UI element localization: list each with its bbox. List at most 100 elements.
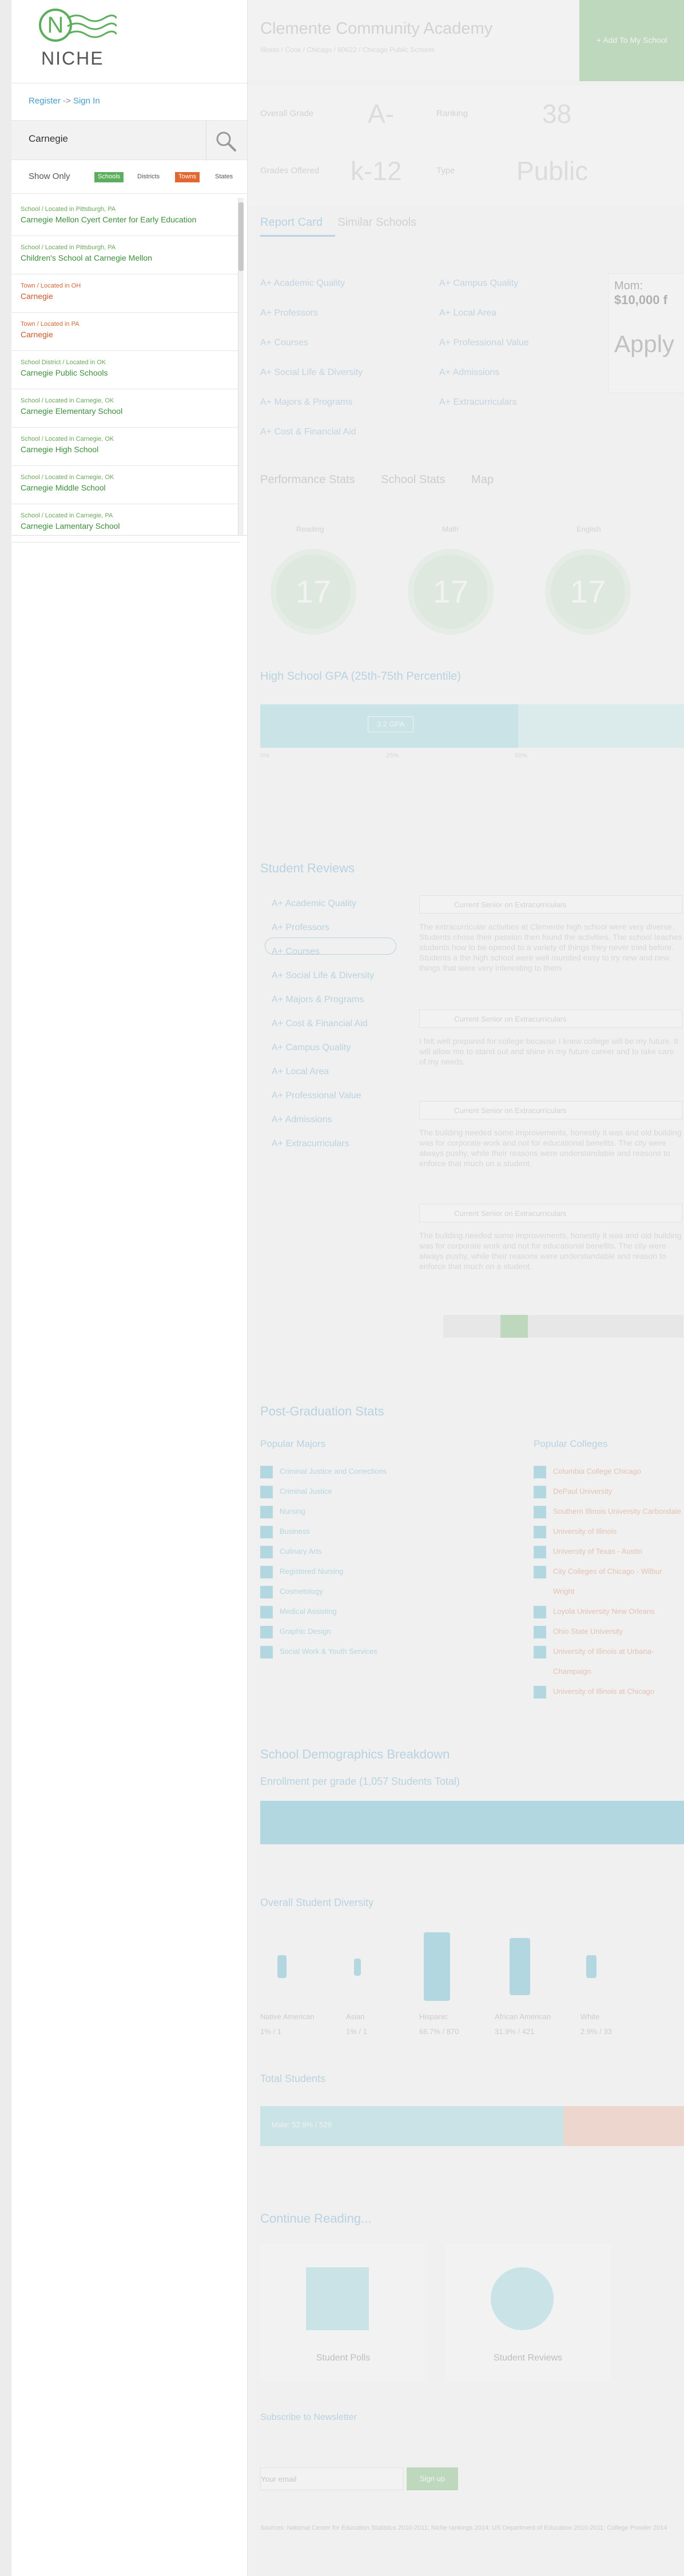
college-item[interactable]: University of Texas - Austin: [534, 1541, 684, 1561]
report-card-item[interactable]: A+ Professional Value: [439, 328, 529, 358]
school-name: Clemente Community Academy: [260, 19, 493, 38]
filter-districts[interactable]: Districts: [134, 172, 163, 182]
tab-school-stats[interactable]: School Stats: [381, 473, 445, 486]
gpa-tick: 50%: [515, 752, 528, 759]
report-card-item[interactable]: A+ Social Life & Diversity: [260, 358, 363, 388]
result-item[interactable]: School / Located in Carnegie, OK Carnegi…: [11, 428, 240, 466]
review-body: I felt well prepared for college because…: [419, 1036, 678, 1066]
report-card-item[interactable]: A+ Campus Quality: [439, 269, 529, 298]
review-question[interactable]: Current Senior on Extracurriculars: [419, 1101, 682, 1119]
report-card-item[interactable]: A+ Cost & Financial Aid: [260, 417, 363, 447]
continue-card[interactable]: Student Polls: [260, 2244, 426, 2382]
report-card-right: A+ Campus Quality A+ Local Area A+ Profe…: [439, 269, 529, 417]
promo-cta[interactable]: Apply: [614, 330, 684, 358]
college-item[interactable]: University of Illinois: [534, 1521, 684, 1541]
result-item[interactable]: Town / Located in PA Carnegie: [11, 313, 240, 351]
stat-value: 38: [542, 99, 572, 129]
result-item[interactable]: School / Located in Carnegie, OK Carnegi…: [11, 389, 240, 428]
filter-towns[interactable]: Towns: [175, 172, 200, 182]
major-item: Criminal Justice and Corrections: [260, 1461, 387, 1481]
review-category[interactable]: A+ Campus Quality: [272, 1036, 374, 1060]
arrow-separator: ->: [63, 96, 71, 106]
niche-logo[interactable]: N NICHE: [27, 6, 136, 69]
result-item[interactable]: School / Located in Pittsburgh, PA Carne…: [11, 198, 240, 236]
result-item[interactable]: School / Located in Carnegie, PA Carnegi…: [11, 504, 240, 543]
score-label: English: [576, 525, 601, 533]
pagination[interactable]: [443, 1315, 683, 1338]
logo-wordmark: NICHE: [41, 48, 104, 69]
continue-card[interactable]: Student Reviews: [445, 2244, 611, 2382]
total-male-label: Male: 52.9% / 529: [272, 2120, 332, 2129]
result-title: Children's School at Carnegie Mellon: [21, 253, 152, 262]
review-category[interactable]: A+ Professional Value: [272, 1084, 374, 1108]
result-item[interactable]: School / Located in Carnegie, OK Carnegi…: [11, 466, 240, 504]
report-card-item[interactable]: A+ Admissions: [439, 358, 529, 388]
review-category[interactable]: A+ Local Area: [272, 1060, 374, 1084]
diversity-value: 1% / 1: [346, 2027, 367, 2036]
add-school-button[interactable]: + Add To My School: [579, 0, 684, 81]
report-card-item[interactable]: A+ Courses: [260, 328, 363, 358]
major-item: Culinary Arts: [260, 1541, 387, 1561]
result-title: Carnegie: [21, 292, 53, 301]
review-category[interactable]: A+ Admissions: [272, 1108, 374, 1132]
tab-map[interactable]: Map: [471, 473, 494, 486]
college-item[interactable]: Ohio State University: [534, 1621, 684, 1641]
filter-schools[interactable]: Schools: [94, 172, 124, 182]
score-label: Math: [442, 525, 459, 533]
college-item[interactable]: DePaul University: [534, 1481, 684, 1501]
pagination-current[interactable]: [500, 1315, 528, 1338]
tab-similar-schools[interactable]: Similar Schools: [337, 216, 429, 235]
results-scrollbar[interactable]: [238, 198, 244, 535]
tab-report-card[interactable]: Report Card: [260, 216, 335, 237]
newsletter-email-input[interactable]: [260, 2467, 403, 2490]
review-category[interactable]: A+ Cost & Financial Aid: [272, 1012, 374, 1036]
diversity-label: Native American: [260, 2012, 315, 2021]
review-category[interactable]: A+ Courses: [272, 940, 374, 964]
review-category[interactable]: A+ Academic Quality: [272, 892, 374, 916]
search-sidebar: N NICHE Register -> Sign In Show Only Sc…: [11, 0, 247, 2576]
filter-states[interactable]: States: [212, 172, 236, 182]
breadcrumb[interactable]: Illinois / Cook / Chicago / 60622 / Chic…: [260, 46, 435, 54]
gpa-bar-range: [518, 704, 684, 748]
report-card-item[interactable]: A+ Academic Quality: [260, 269, 363, 298]
college-item[interactable]: Columbia College Chicago: [534, 1461, 684, 1481]
college-item[interactable]: Loyola University New Orleans: [534, 1601, 684, 1621]
review-question[interactable]: Current Senior on Extracurriculars: [419, 895, 682, 914]
report-card-item[interactable]: A+ Majors & Programs: [260, 388, 363, 417]
scrollbar-thumb[interactable]: [238, 202, 244, 271]
enrollment-bar: [260, 1801, 684, 1844]
major-item: Medical Assisting: [260, 1601, 387, 1621]
search-icon[interactable]: [214, 130, 237, 153]
sidebar-edge: [247, 0, 248, 2576]
result-subtitle: School / Located in Carnegie, PA: [21, 512, 113, 519]
result-title: Carnegie Middle School: [21, 483, 106, 492]
result-item[interactable]: Town / Located in OH Carnegie: [11, 274, 240, 313]
review-category[interactable]: A+ Majors & Programs: [272, 988, 374, 1012]
diversity-label: White: [580, 2012, 600, 2021]
tab-performance-stats[interactable]: Performance Stats: [260, 473, 355, 486]
report-card-item[interactable]: A+ Local Area: [439, 298, 529, 328]
diversity-value: 1% / 1: [260, 2027, 281, 2036]
search-input[interactable]: [29, 133, 200, 145]
review-category[interactable]: A+ Extracurriculars: [272, 1132, 374, 1156]
sign-in-link[interactable]: Sign In: [73, 96, 100, 106]
result-item[interactable]: School District / Located in OK Carnegie…: [11, 351, 240, 389]
promo-card[interactable]: Mom: $10,000 f Apply: [608, 273, 684, 393]
review-category[interactable]: A+ Professors: [272, 916, 374, 940]
newsletter-title: Subscribe to Newsletter: [260, 2412, 357, 2422]
college-item[interactable]: City Colleges of Chicago - Wilbur Wright: [534, 1561, 684, 1601]
college-item[interactable]: University of Illinois at Urbana-Champai…: [534, 1641, 684, 1681]
score-circle: 17: [408, 549, 494, 635]
review-question[interactable]: Current Senior on Extracurriculars: [419, 1010, 682, 1028]
register-link[interactable]: Register: [29, 96, 61, 106]
report-card-item[interactable]: A+ Professors: [260, 298, 363, 328]
review-question[interactable]: Current Senior on Extracurriculars: [419, 1204, 682, 1222]
review-category[interactable]: A+ Social Life & Diversity: [272, 964, 374, 988]
majors-title: Popular Majors: [260, 1438, 326, 1449]
college-item[interactable]: University of Illinois at Chicago: [534, 1681, 684, 1701]
result-item[interactable]: School / Located in Pittsburgh, PA Child…: [11, 236, 240, 274]
report-card-item[interactable]: A+ Extracurriculars: [439, 388, 529, 417]
newsletter-signup-button[interactable]: Sign up: [407, 2467, 458, 2490]
college-item[interactable]: Southern Illinois University Carbondale: [534, 1501, 684, 1521]
post-grad-title: Post-Graduation Stats: [260, 1404, 384, 1418]
